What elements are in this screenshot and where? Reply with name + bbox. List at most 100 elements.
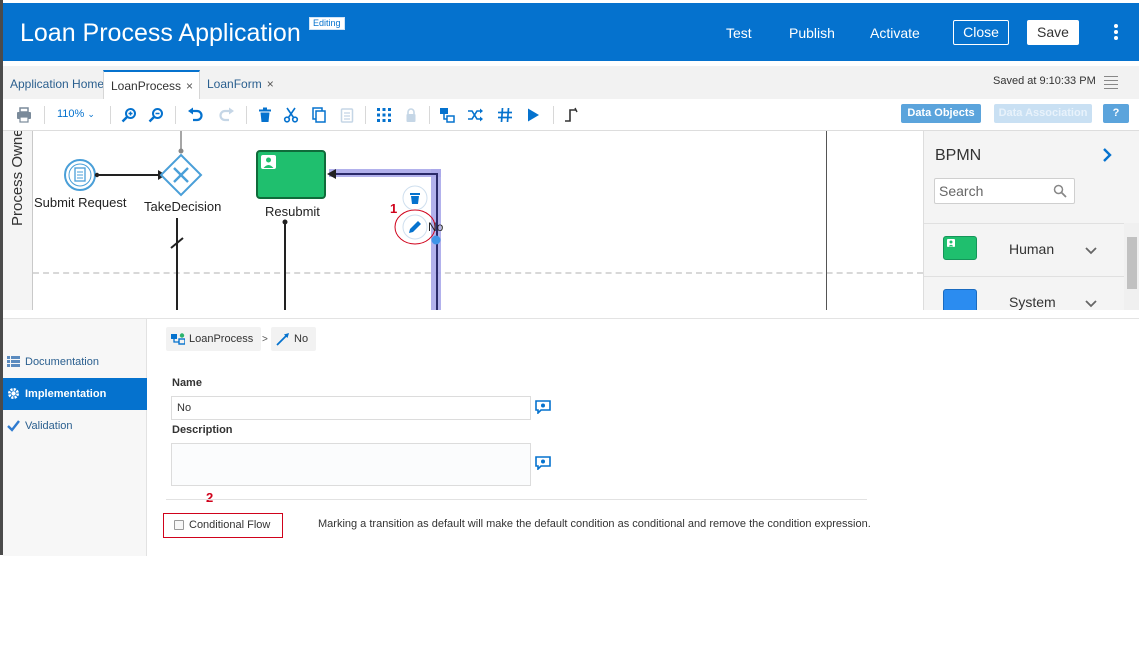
toolbar-separator — [553, 106, 554, 124]
palette-item-label: System — [1009, 294, 1056, 310]
resubmit-human-task — [256, 150, 326, 199]
data-objects-button[interactable]: Data Objects — [901, 104, 981, 123]
name-label: Name — [172, 377, 202, 389]
tab-label: LoanForm — [207, 77, 262, 91]
print-icon[interactable] — [16, 107, 32, 123]
save-button[interactable]: Save — [1027, 20, 1079, 45]
toolbar-separator — [44, 106, 45, 124]
help-button[interactable]: ? — [1103, 104, 1129, 123]
chevron-down-icon[interactable] — [1085, 247, 1097, 255]
gear-icon — [8, 388, 19, 399]
name-input[interactable] — [171, 396, 531, 420]
saved-status: Saved at 9:10:33 PM — [993, 75, 1096, 87]
human-task-icon — [943, 236, 977, 260]
chevron-right-icon[interactable] — [1100, 148, 1114, 162]
properties-panel: Documentation Implementation Validation … — [3, 318, 1139, 556]
app-title: Loan Process Application — [20, 19, 301, 47]
undo-icon[interactable] — [187, 107, 203, 123]
nav-label: Implementation — [25, 388, 107, 400]
zoom-select[interactable]: 110% ⌄ — [57, 108, 95, 120]
bpmn-palette: BPMN Human System — [923, 131, 1139, 310]
description-input[interactable] — [171, 443, 531, 486]
zoom-level: 110% — [57, 108, 85, 120]
app-root: Loan Process Application Editing Test Pu… — [0, 0, 1139, 656]
zoom-in-icon[interactable] — [121, 107, 137, 123]
lock-icon[interactable] — [403, 107, 419, 123]
no-flow-label: No — [428, 220, 444, 234]
breadcrumb-separator: > — [262, 334, 268, 345]
toolbar-separator — [175, 106, 176, 124]
grid-icon — [7, 356, 20, 367]
connector-icon[interactable] — [563, 107, 579, 123]
scrollbar-thumb[interactable] — [1127, 237, 1137, 289]
more-menu-icon[interactable] — [1113, 24, 1119, 40]
palette-item-human[interactable]: Human — [924, 223, 1124, 276]
section-divider — [166, 499, 867, 500]
palette-search[interactable] — [934, 178, 1075, 204]
breadcrumb-label: LoanProcess — [189, 333, 254, 345]
process-icon — [171, 333, 185, 345]
take-decision-label: TakeDecision — [144, 199, 222, 214]
submit-request-label: Submit Request — [34, 195, 127, 210]
close-button[interactable]: Close — [953, 20, 1009, 45]
flow-handle — [431, 235, 441, 245]
nav-validation[interactable]: Validation — [3, 410, 147, 442]
chevron-down-icon: ⌄ — [87, 109, 95, 119]
palette-item-system[interactable]: System — [924, 276, 1124, 310]
activate-button[interactable]: Activate — [870, 25, 920, 41]
publish-button[interactable]: Publish — [789, 25, 835, 41]
tab-loanprocess[interactable]: LoanProcess × — [103, 70, 200, 99]
delete-icon[interactable] — [257, 107, 273, 123]
tab-application-home[interactable]: Application Home — [3, 70, 111, 99]
chevron-down-icon[interactable] — [1085, 300, 1097, 308]
cut-icon[interactable] — [283, 107, 299, 123]
palette-search-input[interactable] — [939, 182, 1049, 200]
tab-label: LoanProcess — [111, 79, 182, 93]
flow-arrow-icon — [276, 333, 289, 346]
tab-label: Application Home — [10, 77, 105, 91]
annotation-marker-1: 1 — [390, 201, 398, 216]
diagram-svg — [64, 131, 441, 310]
toolbar-separator — [429, 106, 430, 124]
nav-implementation[interactable]: Implementation — [3, 378, 147, 410]
palette-title: BPMN — [935, 147, 982, 164]
process-canvas[interactable]: Process Owne Submit Request TakeDecision… — [3, 131, 923, 310]
hash-icon[interactable] — [497, 107, 513, 123]
editor-tab-bar: Application Home LoanProcess × LoanForm × … — [3, 66, 1139, 99]
palette-scrollbar[interactable] — [1124, 223, 1139, 310]
search-icon — [1053, 184, 1067, 198]
nav-label: Validation — [25, 420, 73, 432]
data-association-button[interactable]: Data Association — [994, 104, 1092, 123]
copy-icon[interactable] — [311, 107, 327, 123]
app-header: Loan Process Application Editing Test Pu… — [3, 3, 1139, 61]
data-flow-icon[interactable] — [439, 107, 455, 123]
toolbar-separator — [110, 106, 111, 124]
shuffle-icon[interactable] — [467, 107, 483, 123]
close-tab-icon[interactable]: × — [267, 77, 274, 91]
user-icon — [947, 239, 955, 247]
submit-request-event — [64, 159, 100, 191]
conditional-flow-checkbox[interactable] — [174, 520, 184, 530]
nav-documentation[interactable]: Documentation — [3, 346, 147, 378]
zoom-out-icon[interactable] — [148, 107, 164, 123]
conditional-flow-label[interactable]: Conditional Flow — [189, 519, 270, 531]
system-task-icon — [943, 289, 977, 310]
connector-dot — [282, 219, 288, 225]
take-decision-gateway — [159, 153, 203, 197]
grid-icon[interactable] — [376, 107, 392, 123]
palette-item-label: Human — [1009, 241, 1055, 257]
paste-icon[interactable] — [339, 107, 355, 123]
comment-icon[interactable] — [535, 400, 551, 414]
list-icon[interactable] — [1104, 76, 1118, 89]
redo-icon[interactable] — [219, 107, 235, 123]
resubmit-label: Resubmit — [265, 204, 320, 219]
breadcrumb-element[interactable]: No — [271, 327, 317, 351]
play-icon[interactable] — [525, 107, 541, 123]
breadcrumb-process[interactable]: LoanProcess — [166, 327, 262, 351]
comment-icon[interactable] — [535, 456, 551, 470]
nav-label: Documentation — [25, 356, 99, 368]
tab-loanform[interactable]: LoanForm × — [200, 70, 281, 99]
connector-dot — [178, 148, 184, 154]
close-tab-icon[interactable]: × — [186, 79, 193, 93]
test-button[interactable]: Test — [726, 25, 752, 41]
